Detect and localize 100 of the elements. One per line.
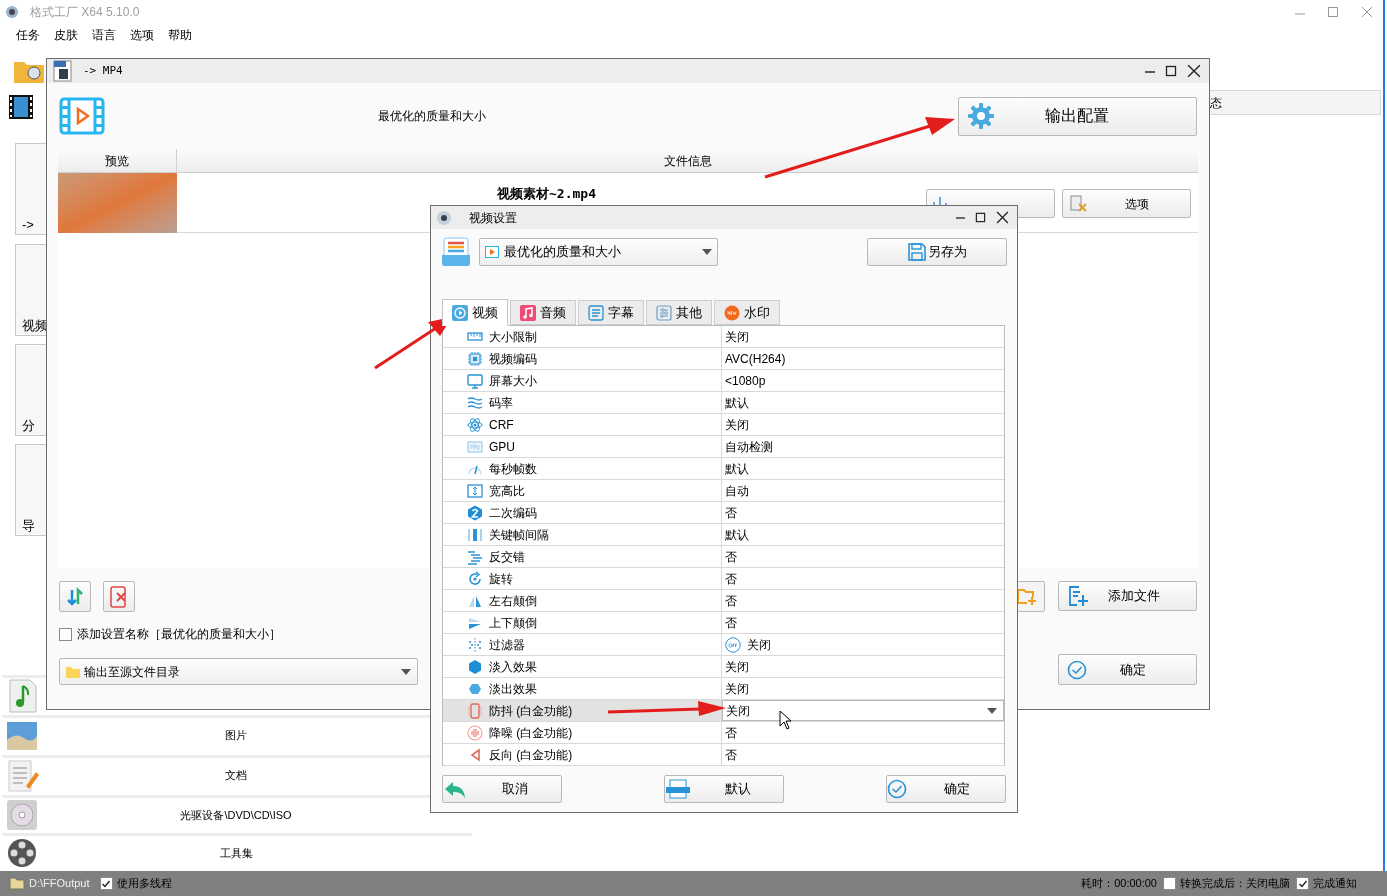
property-name[interactable]: 降噪 (白金功能) xyxy=(443,722,722,743)
checkbox[interactable] xyxy=(1296,877,1309,890)
property-name[interactable]: CRF xyxy=(443,414,722,435)
tab[interactable]: 音频 xyxy=(510,300,576,325)
caret-icon xyxy=(987,707,997,714)
property-value: <1080p xyxy=(725,372,766,390)
property-name[interactable]: 视频编码 xyxy=(443,348,722,369)
checkbox[interactable] xyxy=(59,627,72,641)
property-value: 否 xyxy=(725,592,737,610)
output-path: D:\FFOutput xyxy=(29,876,90,892)
close-icon xyxy=(1187,64,1201,78)
value-dropdown[interactable]: 关闭 xyxy=(722,700,1004,721)
property-name[interactable]: 大小限制 xyxy=(443,326,722,347)
property-value: 自动 xyxy=(725,482,749,500)
property-name[interactable]: 二次编码 xyxy=(443,502,722,523)
sound-wave-icon xyxy=(467,724,483,741)
new-badge-icon xyxy=(724,304,740,321)
property-name[interactable]: 过滤器 xyxy=(443,634,722,655)
document-icon xyxy=(6,757,40,793)
tools-icon xyxy=(1069,193,1089,214)
window-title: -> MP4 xyxy=(83,62,123,79)
menu-item[interactable]: 皮肤 xyxy=(48,26,84,44)
folder-plus-icon xyxy=(1016,586,1039,607)
tab[interactable]: 其他 xyxy=(646,300,712,325)
property-value: 否 xyxy=(725,724,737,742)
sort-arrows-icon xyxy=(65,586,85,607)
folder-icon xyxy=(9,877,25,890)
default-button[interactable]: 默认 xyxy=(664,775,784,803)
property-name[interactable]: 宽高比 xyxy=(443,480,722,501)
property-name[interactable]: 旋转 xyxy=(443,568,722,589)
gear-icon xyxy=(967,102,995,130)
property-name[interactable]: GPU xyxy=(443,436,722,457)
tab[interactable]: 视频 xyxy=(442,299,508,326)
delete-button[interactable] xyxy=(103,581,135,612)
menu-item[interactable]: 语言 xyxy=(86,26,122,44)
checkbox-label: 使用多线程 xyxy=(116,876,172,892)
property-value: 关闭 xyxy=(747,636,771,654)
property-name[interactable]: 反交错 xyxy=(443,546,722,567)
property-value: AVC(H264) xyxy=(725,350,786,368)
property-name[interactable]: 每秒帧数 xyxy=(443,458,722,479)
property-name[interactable]: 防抖 (白金功能) xyxy=(443,700,722,721)
checkbox-label: 完成通知 xyxy=(1313,876,1357,892)
property-name[interactable]: 淡入效果 xyxy=(443,656,722,677)
checkbox[interactable] xyxy=(99,877,113,890)
waves-icon xyxy=(467,394,483,411)
preset-dropdown[interactable]: 最优化的质量和大小 xyxy=(479,238,718,266)
check-circle-icon xyxy=(1067,659,1087,680)
menu-item[interactable]: 帮助 xyxy=(162,26,198,44)
property-value: 自动检测 xyxy=(725,438,773,456)
filter-dots-icon xyxy=(467,636,483,653)
options-button[interactable]: 选项 xyxy=(1062,189,1191,218)
add-file-button[interactable]: 添加文件 xyxy=(1058,581,1197,611)
property-name[interactable]: 左右颠倒 xyxy=(443,590,722,611)
property-value: 关闭 xyxy=(725,680,749,698)
undo-arrow-icon xyxy=(443,779,467,799)
maximize-icon xyxy=(1327,6,1339,18)
film-icon xyxy=(8,94,34,120)
property-name[interactable]: 码率 xyxy=(443,392,722,413)
file-plus-icon xyxy=(1067,585,1089,607)
output-config-button[interactable]: 输出配置 xyxy=(958,96,1197,136)
window-title: 视频设置 xyxy=(469,209,517,227)
caret-icon xyxy=(702,249,712,255)
maximize-icon xyxy=(975,212,986,223)
minimize-icon xyxy=(1295,13,1305,15)
property-name[interactable]: 屏幕大小 xyxy=(443,370,722,391)
default-document-icon xyxy=(665,779,691,799)
sort-button[interactable] xyxy=(59,581,91,612)
property-name[interactable]: 关键帧间隔 xyxy=(443,524,722,545)
property-name[interactable]: 淡出效果 xyxy=(443,678,722,699)
property-value: 默认 xyxy=(725,394,749,412)
monitor-icon xyxy=(467,372,483,389)
rotate-icon xyxy=(467,570,483,587)
property-value: 否 xyxy=(725,548,737,566)
folder-icon xyxy=(66,665,80,678)
mouse-cursor-icon xyxy=(779,710,793,730)
cancel-button[interactable]: 取消 xyxy=(442,775,562,803)
checkbox[interactable] xyxy=(1163,877,1176,890)
property-value: 否 xyxy=(725,614,737,632)
column-header: 文件信息 xyxy=(662,152,713,170)
property-value: 关闭 xyxy=(725,416,749,434)
save-as-button[interactable]: 另存为 xyxy=(867,238,1007,266)
tab[interactable]: 水印 xyxy=(714,300,780,325)
output-folder-dropdown[interactable]: 输出至源文件目录 xyxy=(59,658,418,685)
ok-button[interactable]: 确定 xyxy=(1058,654,1197,685)
preset-list-icon xyxy=(441,237,471,267)
ok-button[interactable]: 确定 xyxy=(886,775,1006,803)
video-file-icon xyxy=(485,246,499,258)
atom-icon xyxy=(467,416,483,433)
off-toggle-icon xyxy=(725,636,741,653)
property-value: 默认 xyxy=(725,460,749,478)
property-value: 否 xyxy=(725,570,737,588)
property-name[interactable]: 上下颠倒 xyxy=(443,612,722,633)
checkbox-label: 转换完成后：关闭电脑 xyxy=(1180,876,1290,892)
app-logo-icon xyxy=(4,4,20,20)
menu-item[interactable]: 任务 xyxy=(10,26,46,44)
close-icon xyxy=(996,211,1009,224)
property-name[interactable]: 反向 (白金功能) xyxy=(443,744,722,765)
menu-item[interactable]: 选项 xyxy=(124,26,160,44)
category-row[interactable]: 工具集 xyxy=(2,833,472,870)
tab[interactable]: 字幕 xyxy=(578,300,644,325)
